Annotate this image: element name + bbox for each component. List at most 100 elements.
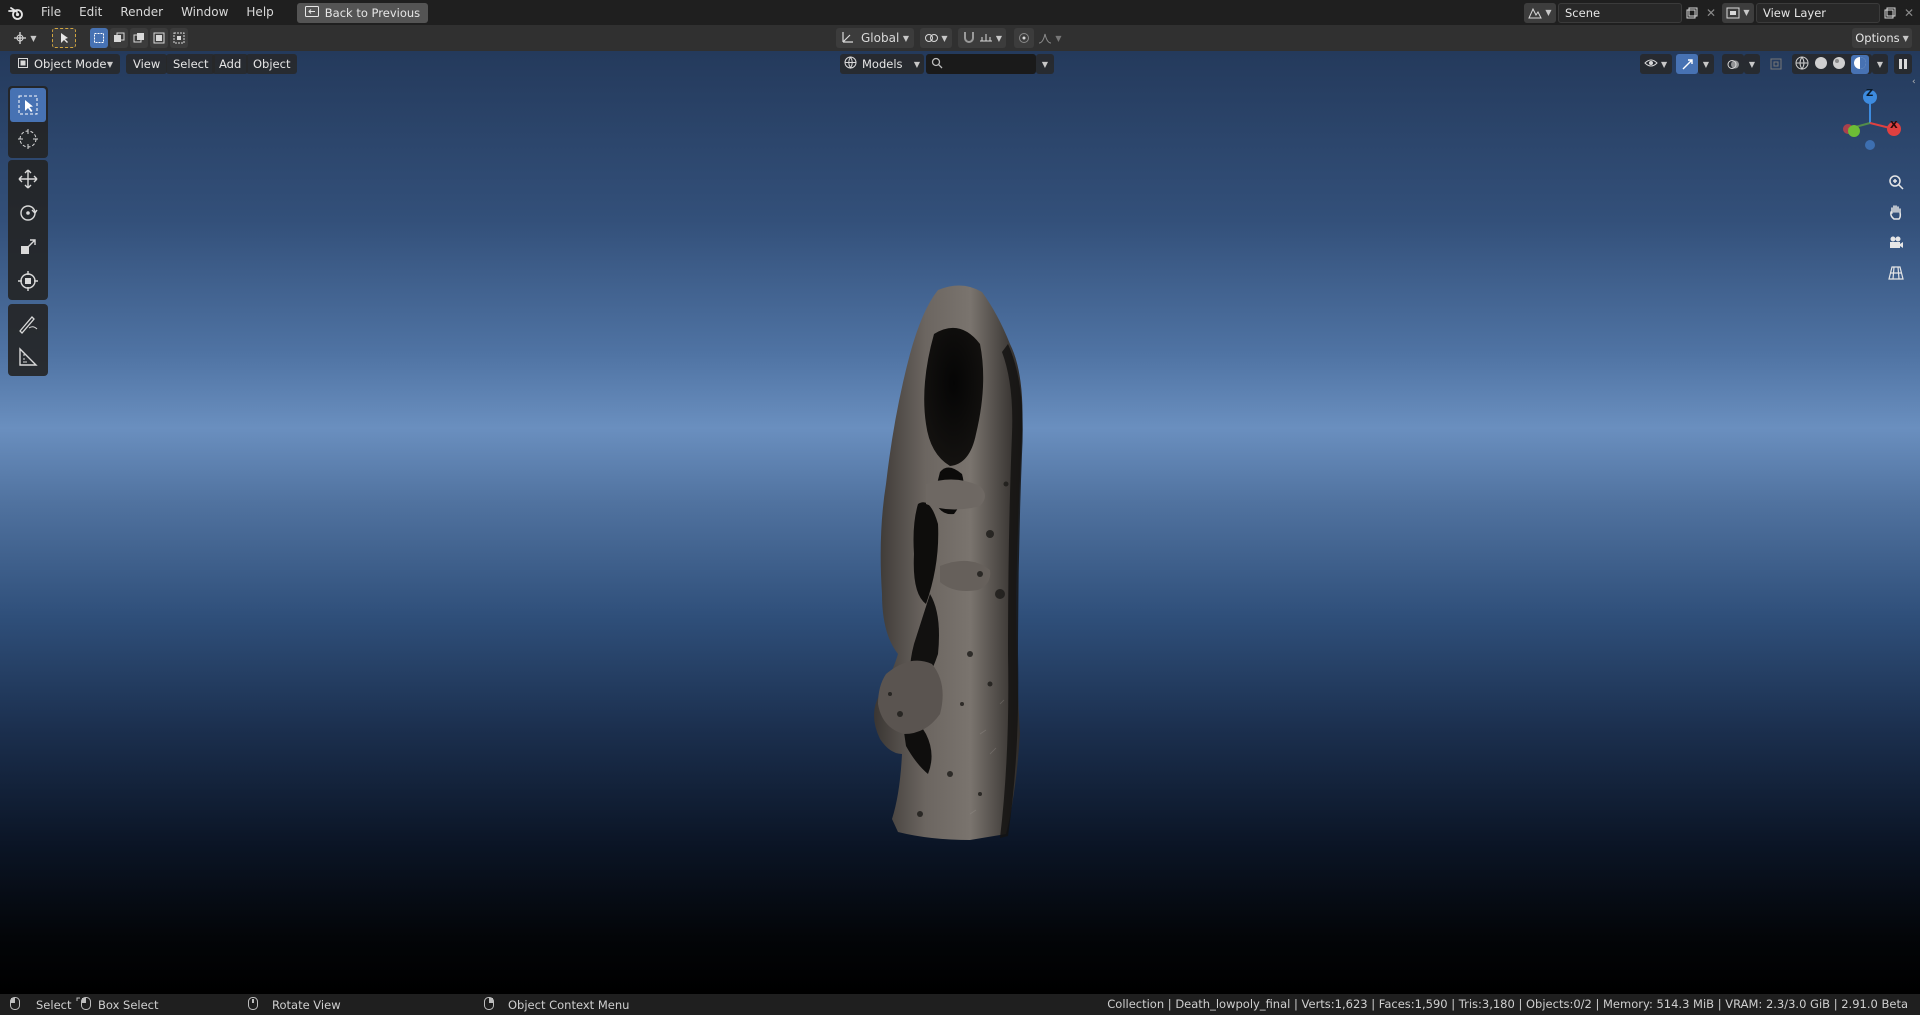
- new-view-layer-icon[interactable]: [1880, 3, 1900, 23]
- proportional-falloff-dropdown[interactable]: ▼: [1036, 28, 1064, 48]
- zoom-view-icon[interactable]: [1882, 168, 1910, 196]
- top-menu-bar: File Edit Render Window Help Back to Pre…: [0, 0, 1920, 25]
- move-tool[interactable]: [10, 162, 46, 196]
- tool-settings-header: ▼ Global ▼ ▼ ▼ ▼ Options ▼: [0, 25, 1920, 51]
- select-mode-invert-icon[interactable]: [150, 28, 168, 48]
- view-layer-name: View Layer: [1763, 5, 1827, 20]
- sidebar-expand-arrow-icon[interactable]: ‹: [1912, 77, 1920, 91]
- cursor-tool[interactable]: [10, 122, 46, 156]
- eye-icon: [1644, 57, 1658, 72]
- active-tool-icon[interactable]: [52, 28, 76, 48]
- magnet-icon: [962, 30, 976, 47]
- view-layer-selector: ▼ View Layer ✕: [1722, 2, 1918, 23]
- pivot-point-dropdown[interactable]: ▼: [920, 28, 952, 48]
- options-label: Options: [1855, 31, 1900, 45]
- scene-statistics: Collection | Death_lowpoly_final | Verts…: [1107, 997, 1908, 1011]
- viewport-menu-add[interactable]: Add: [212, 54, 249, 74]
- toolbar-transform-group: [8, 160, 48, 300]
- select-mode-subtract-icon[interactable]: [130, 28, 148, 48]
- toolbar-annotate-group: [8, 304, 48, 376]
- annotate-tool[interactable]: [10, 306, 46, 340]
- asset-library-dropdown[interactable]: Models ▼: [840, 54, 924, 74]
- globe-icon: [844, 56, 857, 72]
- selection-mode-group: [90, 28, 188, 48]
- select-mode-extend-icon[interactable]: [110, 28, 128, 48]
- status-hint-rotate: Rotate View: [248, 996, 341, 1013]
- measure-tool[interactable]: [10, 340, 46, 374]
- overlays-dropdown[interactable]: ▼: [1744, 54, 1760, 74]
- mouse-left-icon: [10, 996, 20, 1013]
- scene-name: Scene: [1565, 5, 1601, 20]
- delete-scene-icon[interactable]: ✕: [1702, 6, 1720, 20]
- gizmo-toggle-button[interactable]: [1676, 54, 1698, 74]
- menu-render[interactable]: Render: [111, 0, 172, 25]
- toolbar-select-group: [8, 86, 48, 158]
- scale-tool[interactable]: [10, 230, 46, 264]
- viewport-menu-object[interactable]: Object: [246, 54, 298, 74]
- status-hint-select: Select: [10, 996, 72, 1013]
- select-box-tool[interactable]: [10, 88, 46, 122]
- asset-search-input[interactable]: [926, 54, 1036, 74]
- mouse-middle-icon: [248, 996, 258, 1013]
- viewport-header: Object Mode ▼ View Select Add Object Mod…: [0, 51, 1920, 77]
- wireframe-shading-icon[interactable]: [1795, 56, 1809, 73]
- scene-name-field[interactable]: Scene: [1558, 2, 1682, 23]
- viewport-menu-view[interactable]: View: [126, 54, 168, 74]
- object-mode-icon: [17, 57, 29, 72]
- 3d-viewport[interactable]: Object Mode ▼ View Select Add Object Mod…: [0, 51, 1920, 994]
- blender-logo-icon[interactable]: [0, 0, 32, 25]
- proportional-editing-toggle[interactable]: [1014, 28, 1034, 48]
- orientation-axes-icon: [841, 30, 855, 47]
- back-to-previous-button[interactable]: Back to Previous: [296, 2, 429, 23]
- search-icon: [931, 57, 943, 72]
- object-mode-label: Object Mode: [34, 57, 107, 71]
- asset-library-label: Models: [862, 57, 903, 71]
- menu-window[interactable]: Window: [172, 0, 237, 25]
- asset-filter-dropdown[interactable]: ▼: [1036, 54, 1054, 74]
- viewport-menu-select[interactable]: Select: [166, 54, 216, 74]
- status-hint-box-select: Box Select: [76, 996, 159, 1013]
- editor-type-button[interactable]: ▼: [10, 28, 40, 48]
- scene-selector: ▼ Scene ✕: [1524, 2, 1720, 23]
- new-scene-icon[interactable]: [1682, 3, 1702, 23]
- rotate-tool[interactable]: [10, 196, 46, 230]
- options-dropdown[interactable]: Options ▼: [1852, 28, 1912, 48]
- status-context-menu-label: Object Context Menu: [508, 997, 630, 1012]
- menu-edit[interactable]: Edit: [70, 0, 111, 25]
- status-bar: Select Box Select Rotate View Object Con…: [0, 994, 1920, 1015]
- perspective-toggle-grid-icon[interactable]: [1882, 259, 1910, 287]
- shading-mode-group: [1792, 54, 1872, 74]
- object-mode-dropdown[interactable]: Object Mode ▼: [10, 54, 120, 74]
- gizmo-dropdown[interactable]: ▼: [1698, 54, 1714, 74]
- mouse-drag-icon: [76, 996, 92, 1013]
- status-hint-context-menu: Object Context Menu: [484, 996, 630, 1013]
- delete-view-layer-icon[interactable]: ✕: [1900, 6, 1918, 20]
- menu-help[interactable]: Help: [237, 0, 282, 25]
- material-preview-shading-icon[interactable]: [1832, 56, 1846, 73]
- pan-view-hand-icon[interactable]: [1882, 198, 1910, 226]
- status-box-select-label: Box Select: [98, 997, 159, 1012]
- transform-orientation-dropdown[interactable]: Global ▼: [836, 28, 914, 48]
- select-mode-intersect-icon[interactable]: [170, 28, 188, 48]
- mouse-right-icon: [484, 996, 494, 1013]
- navigation-gizmo[interactable]: Z X: [1834, 85, 1912, 165]
- shading-dropdown[interactable]: ▼: [1872, 54, 1888, 74]
- rendered-shading-icon[interactable]: [1850, 54, 1869, 74]
- statue-3d-model[interactable]: [830, 234, 1080, 844]
- scene-browse-button[interactable]: ▼: [1524, 2, 1556, 23]
- menu-file[interactable]: File: [32, 0, 70, 25]
- transform-tool[interactable]: [10, 264, 46, 298]
- snapping-dropdown[interactable]: ▼: [958, 28, 1006, 48]
- transform-orientation-value: Global: [861, 31, 900, 45]
- solid-shading-icon[interactable]: [1814, 56, 1828, 73]
- xray-toggle-button[interactable]: [1766, 54, 1786, 74]
- object-visibility-dropdown[interactable]: ▼: [1640, 54, 1672, 74]
- status-select-label: Select: [36, 997, 72, 1012]
- overlays-toggle-button[interactable]: [1722, 54, 1744, 74]
- snap-increment-icon: [979, 31, 993, 46]
- select-mode-set-icon[interactable]: [90, 28, 108, 48]
- toggle-sidebar-button[interactable]: [1894, 54, 1912, 74]
- camera-view-icon[interactable]: [1882, 229, 1910, 257]
- view-layer-browse-button[interactable]: ▼: [1722, 2, 1754, 23]
- view-layer-name-field[interactable]: View Layer: [1756, 2, 1880, 23]
